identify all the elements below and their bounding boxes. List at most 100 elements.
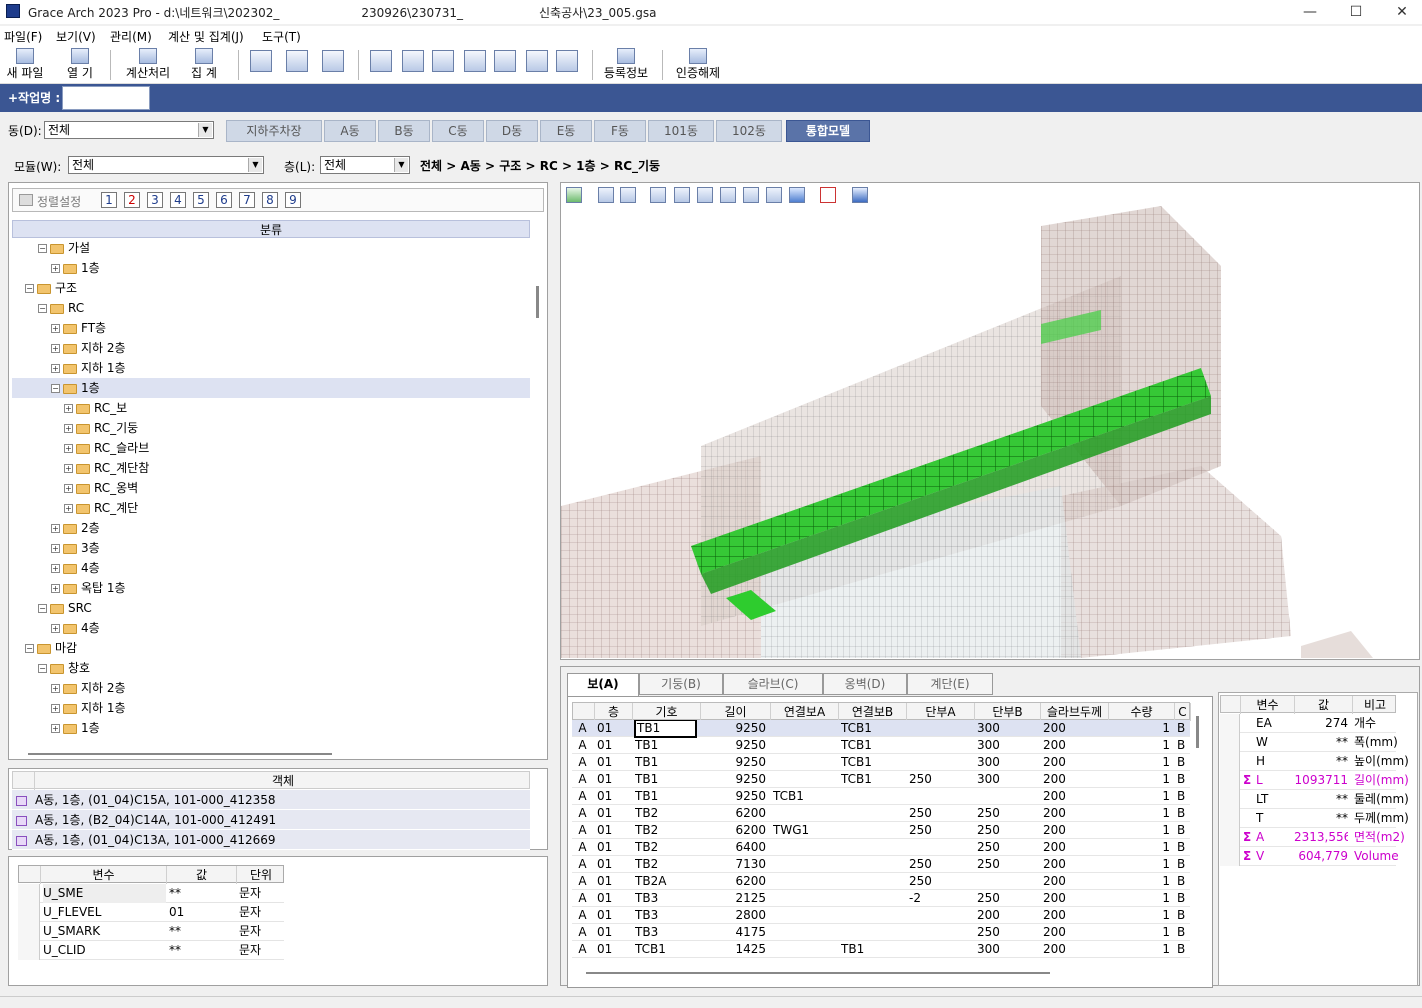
grid-cell[interactable] <box>773 771 834 788</box>
sort-level-button[interactable]: 7 <box>239 192 255 208</box>
grid-cell[interactable]: TCB1 <box>841 737 902 754</box>
grid-cell[interactable]: 250 <box>977 822 1036 839</box>
object-row[interactable]: A동, 1층, (B2_04)C14A, 101-000_412491 <box>12 810 530 830</box>
expand-icon[interactable]: + <box>51 524 60 533</box>
tree-scrollbar[interactable] <box>536 286 539 318</box>
tab-building-e[interactable]: E동 <box>540 120 592 142</box>
expand-icon[interactable]: + <box>51 704 60 713</box>
grid-cell[interactable]: 6200 <box>703 873 766 890</box>
grid-cell[interactable]: 1 <box>1111 771 1170 788</box>
table-row[interactable]: A 01 TB2 7130 250 250 200 1 B <box>572 856 1190 873</box>
view-shaded-icon[interactable] <box>789 187 805 203</box>
tree-item[interactable]: +3층 <box>12 538 530 558</box>
tab-building-f[interactable]: F동 <box>594 120 646 142</box>
tab-building-101[interactable]: 101동 <box>648 120 714 142</box>
grid-cell[interactable]: 01 <box>597 890 628 907</box>
grid-cell[interactable]: B <box>1177 771 1186 788</box>
expand-icon[interactable]: + <box>64 484 73 493</box>
grid-cell[interactable]: 250 <box>909 805 970 822</box>
table-row[interactable]: A 01 TB1 9250 TCB1 250 300 200 1 B <box>572 771 1190 788</box>
expand-icon[interactable]: + <box>51 564 60 573</box>
grid-column-header[interactable]: 층 <box>595 703 633 721</box>
table-row[interactable]: A 01 TB2 6200 TWG1 250 250 200 1 B <box>572 822 1190 839</box>
grid-cell[interactable]: 01 <box>597 907 628 924</box>
menu-view[interactable]: 보기(V) <box>56 28 96 45</box>
tab-retaining-wall[interactable]: 옹벽(D) <box>823 673 907 695</box>
grid-cell[interactable]: 01 <box>597 856 628 873</box>
grid-cell[interactable]: 250 <box>977 890 1036 907</box>
list-icon[interactable] <box>820 187 836 203</box>
grid-cell[interactable]: TB1 <box>841 941 902 958</box>
grid-cell[interactable]: 4175 <box>703 924 766 941</box>
floor-select[interactable]: 전체 ▼ <box>320 156 410 174</box>
expand-icon[interactable]: + <box>64 464 73 473</box>
table-row[interactable]: A 01 TB2 6200 250 250 200 1 B <box>572 805 1190 822</box>
sort-level-button[interactable]: 2 <box>124 192 140 208</box>
tree-item[interactable]: +4층 <box>12 558 530 578</box>
grid-cell[interactable]: 300 <box>977 941 1036 958</box>
grid-cell[interactable]: TB3 <box>635 890 696 907</box>
grid-column-header[interactable]: 길이 <box>701 703 771 721</box>
table-row[interactable]: A 01 TB1 9250 TCB1 300 200 1 B <box>572 754 1190 771</box>
grid-cell[interactable]: B <box>1177 720 1186 737</box>
tree-item[interactable]: + RC_기둥 <box>12 418 530 438</box>
building-select[interactable]: 전체 ▼ <box>44 121 214 139</box>
grid-cell[interactable]: 200 <box>1043 788 1104 805</box>
grid-cell[interactable] <box>773 839 834 856</box>
grid-cell[interactable]: B <box>1177 822 1186 839</box>
expand-icon[interactable]: + <box>64 404 73 413</box>
tree-item[interactable]: − 구조 <box>12 278 530 298</box>
grid-cell[interactable]: 9250 <box>703 788 766 805</box>
grid-cell[interactable]: TB1 <box>635 737 696 754</box>
grid-cell[interactable] <box>773 737 834 754</box>
grid-cell[interactable]: 1 <box>1111 873 1170 890</box>
grid-cell[interactable]: -2 <box>909 890 970 907</box>
tree-item[interactable]: − RC <box>12 298 530 318</box>
grid-column-header[interactable] <box>573 703 595 721</box>
tab-slab[interactable]: 슬라브(C) <box>723 673 823 695</box>
expand-icon[interactable]: + <box>51 364 60 373</box>
grid-cell[interactable] <box>977 873 1036 890</box>
grid-cell[interactable]: 1 <box>1111 720 1170 737</box>
tab-column[interactable]: 기둥(B) <box>639 673 723 695</box>
grid-cell[interactable]: 250 <box>909 771 970 788</box>
grid-cell[interactable]: 250 <box>977 805 1036 822</box>
sort-level-button[interactable]: 4 <box>170 192 186 208</box>
grid-cell[interactable]: TB2 <box>635 839 696 856</box>
grid-cell[interactable]: 1 <box>1111 941 1170 958</box>
view-back-icon[interactable] <box>697 187 713 203</box>
grid-cell[interactable] <box>773 873 834 890</box>
grid-cell[interactable]: 1 <box>1111 737 1170 754</box>
aggregate-button[interactable]: 집 계 <box>184 48 224 82</box>
grid-cell[interactable]: 01 <box>597 720 628 737</box>
grid-cell[interactable]: B <box>1177 924 1186 941</box>
table-row[interactable]: A 01 TB2 6400 250 200 1 B <box>572 839 1190 856</box>
tab-building-a[interactable]: A동 <box>324 120 376 142</box>
collapse-icon[interactable]: − <box>25 284 34 293</box>
tab-beam[interactable]: 보(A) <box>567 673 639 697</box>
grid-column-header[interactable]: 연결보A <box>771 703 839 721</box>
grid-cell[interactable]: 1 <box>1111 856 1170 873</box>
table-row[interactable]: A 01 TB1 9250 TCB1 300 200 1 B <box>572 720 1190 738</box>
column-edit-icon[interactable] <box>402 50 424 72</box>
collapse-icon[interactable]: − <box>25 644 34 653</box>
grid-cell[interactable]: 200 <box>1043 720 1104 737</box>
grid-column-header[interactable]: 슬라브두께 <box>1041 703 1109 721</box>
grid-cell[interactable]: TB3 <box>635 924 696 941</box>
table-edit-icon[interactable] <box>464 50 486 72</box>
summary-row[interactable]: W ** 폭(mm) <box>1220 733 1398 752</box>
grid-cell[interactable]: 2800 <box>703 907 766 924</box>
variable-row[interactable]: U_SME ** 문자 <box>18 884 284 903</box>
grid-cell[interactable]: TCB1 <box>841 771 902 788</box>
sort-level-button[interactable]: 9 <box>285 192 301 208</box>
collapse-icon[interactable]: − <box>38 244 47 253</box>
table-row[interactable]: A 01 TB3 2125 -2 250 200 1 B <box>572 890 1190 907</box>
grid-cell[interactable]: 200 <box>1043 924 1104 941</box>
grid-cell[interactable] <box>841 822 902 839</box>
grid-cell[interactable] <box>841 890 902 907</box>
tree-item[interactable]: + 지하 2층 <box>12 338 530 358</box>
grid-cell[interactable]: TB1 <box>635 788 696 805</box>
grid-column-header[interactable]: 단부A <box>907 703 975 721</box>
grid-cell[interactable] <box>773 720 834 737</box>
grid-cell[interactable]: 250 <box>977 839 1036 856</box>
